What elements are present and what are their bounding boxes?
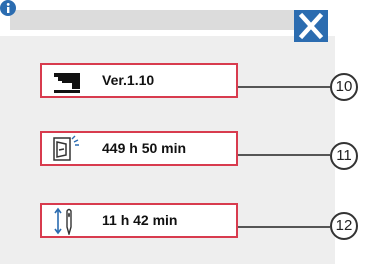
needle-icon — [54, 207, 72, 235]
needle-time-box: 11 h 42 min — [40, 203, 238, 238]
callout-line — [238, 226, 330, 228]
callout-number: 11 — [330, 142, 358, 170]
version-value: Ver.1.10 — [102, 72, 155, 88]
close-button[interactable] — [294, 10, 328, 42]
power-time-value: 449 h 50 min — [102, 140, 187, 156]
needle-time-value: 11 h 42 min — [102, 212, 178, 228]
callout-line — [238, 154, 330, 156]
power-switch-icon — [53, 135, 79, 161]
callout-number: 10 — [330, 73, 358, 101]
sewing-machine-icon — [54, 73, 80, 93]
info-screen: Ver.1.10 449 h 50 min 11 h 42 min — [0, 0, 335, 264]
power-time-box: 449 h 50 min — [40, 131, 238, 166]
close-icon — [298, 12, 324, 40]
callout-number: 12 — [330, 212, 358, 240]
title-bar — [0, 0, 335, 42]
title-bar-strip — [10, 10, 294, 30]
info-icon — [0, 0, 16, 16]
callout-line — [238, 86, 330, 88]
version-box: Ver.1.10 — [40, 63, 238, 98]
